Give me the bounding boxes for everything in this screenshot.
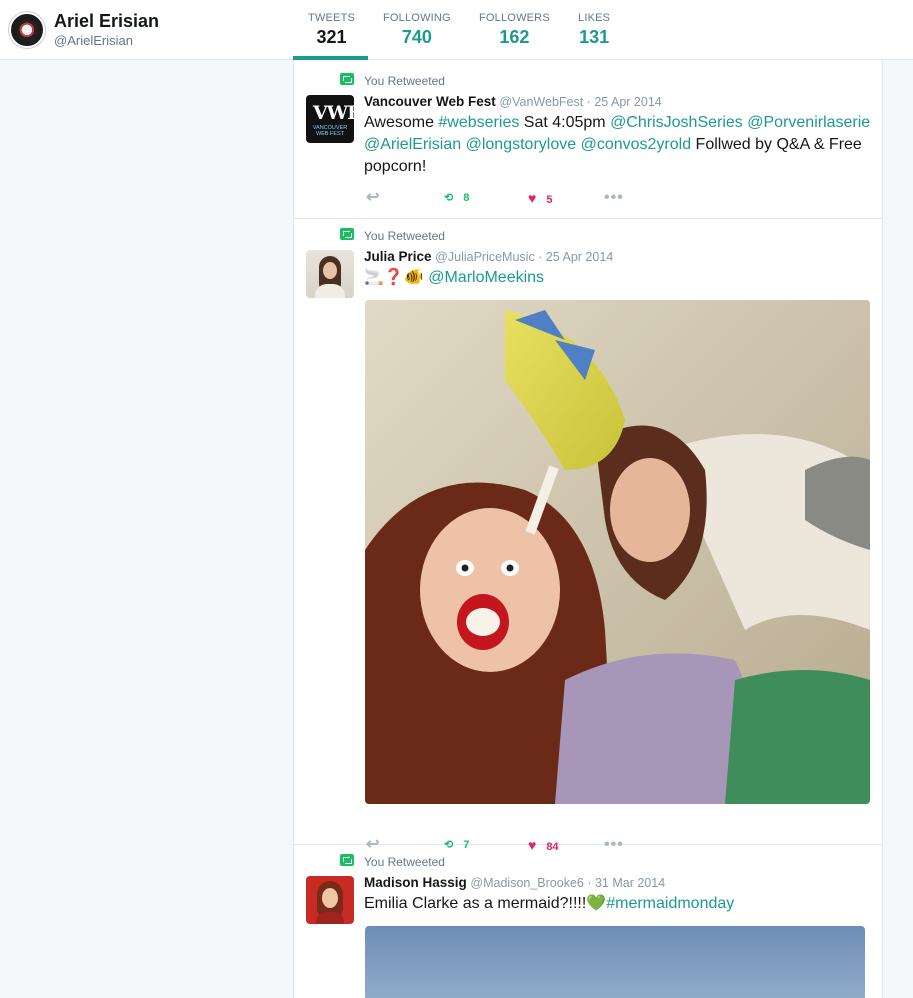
stat-followers[interactable]: FOLLOWERS 162 [479,12,550,48]
stat-value: 740 [401,27,432,47]
profile-avatar[interactable] [9,12,45,48]
retweet-button[interactable]: ⟲ 8 [444,189,469,207]
logo-subtext: VANCOUVER WEB FEST [312,125,348,137]
mention-link[interactable]: @ArielErisian [364,136,461,153]
photo-illustration [365,300,870,804]
tweet-header: Julia Price @JuliaPriceMusic · 25 Apr 20… [364,249,613,264]
tweet-juliaprice[interactable]: You Retweeted Julia Price @JuliaPriceMus… [294,219,882,853]
retweet-count: 8 [463,192,470,204]
mention-link[interactable]: @longstorylove [466,136,577,153]
tweet-madisonhassig[interactable]: You Retweeted Madison Hassig @Madison_Br… [294,845,882,998]
mention-link[interactable]: @convos2yrold [581,136,692,153]
tweet-text: 🚬❓🐠 @MarloMeekins [364,267,874,289]
retweet-icon [340,73,354,85]
author-handle-date[interactable]: @VanWebFest · 25 Apr 2014 [499,95,661,109]
stat-label: FOLLOWING [383,12,451,24]
tweet-text-segment: Sat 4:05pm [519,114,611,131]
mention-link[interactable]: @Porvenirlaserie [747,114,870,131]
retweet-icon: ⟲ [444,192,454,204]
stat-likes[interactable]: LIKES 131 [578,12,610,48]
reply-icon[interactable]: ↩ [366,189,379,207]
mention-link[interactable]: @ChrisJoshSeries [610,114,743,131]
hashtag-link[interactable]: #mermaidmonday [606,895,734,912]
stat-following[interactable]: FOLLOWING 740 [383,12,451,48]
author-handle-date[interactable]: @JuliaPriceMusic · 25 Apr 2014 [435,250,613,264]
tweet-text: Awesome #webseries Sat 4:05pm @ChrisJosh… [364,112,874,178]
mention-link[interactable]: @MarloMeekins [428,269,544,286]
tweet-photo[interactable] [365,300,870,804]
tweet-text: Emilia Clarke as a mermaid?!!!!💚#mermaid… [364,893,874,915]
tweet-header: Madison Hassig @Madison_Brooke6 · 31 Mar… [364,875,665,890]
stat-label: LIKES [578,12,611,24]
more-icon[interactable]: ••• [604,189,624,207]
like-count: 5 [546,194,553,206]
tweet-header: Vancouver Web Fest @VanWebFest · 25 Apr … [364,94,662,109]
avatar[interactable] [306,250,354,298]
logo-text: VWF [313,102,354,124]
tweet-text-segment: Emilia Clarke as a mermaid?!!!!💚 [364,895,607,912]
stat-value: 162 [499,27,530,47]
stat-value: 131 [579,27,610,47]
profile-name[interactable]: Ariel Erisian [54,11,159,32]
retweet-icon [340,854,354,866]
tweet-actions: ↩ ⟲ 8 ♥ 5 ••• [364,189,664,207]
author-name[interactable]: Julia Price [364,249,432,264]
avatar[interactable] [306,876,354,924]
stat-label: TWEETS [308,12,356,24]
author-handle-date[interactable]: @Madison_Brooke6 · 31 Mar 2014 [470,876,665,890]
retweet-icon [340,228,354,240]
tweet-photo[interactable] [365,926,865,998]
avatar[interactable]: VWF VANCOUVER WEB FEST [306,95,354,143]
like-button[interactable]: ♥ 5 [528,189,552,207]
author-name[interactable]: Madison Hassig [364,875,467,890]
author-name[interactable]: Vancouver Web Fest [364,94,496,109]
stat-value: 321 [316,27,347,47]
stat-label: FOLLOWERS [479,12,550,24]
profile-header: Ariel Erisian @ArielErisian TWEETS 321 F… [0,0,913,60]
tweet-vanwebfest[interactable]: You Retweeted VWF VANCOUVER WEB FEST Van… [294,60,882,219]
hashtag-link[interactable]: #webseries [438,114,519,131]
timeline[interactable]: You Retweeted VWF VANCOUVER WEB FEST Van… [293,60,883,998]
profile-handle: @ArielErisian [54,33,133,48]
stat-tweets[interactable]: TWEETS 321 [308,12,355,48]
tweet-text-segment: 🚬❓🐠 [364,269,429,286]
heart-icon: ♥ [528,190,537,206]
tweet-text-segment: Awesome [364,114,439,131]
